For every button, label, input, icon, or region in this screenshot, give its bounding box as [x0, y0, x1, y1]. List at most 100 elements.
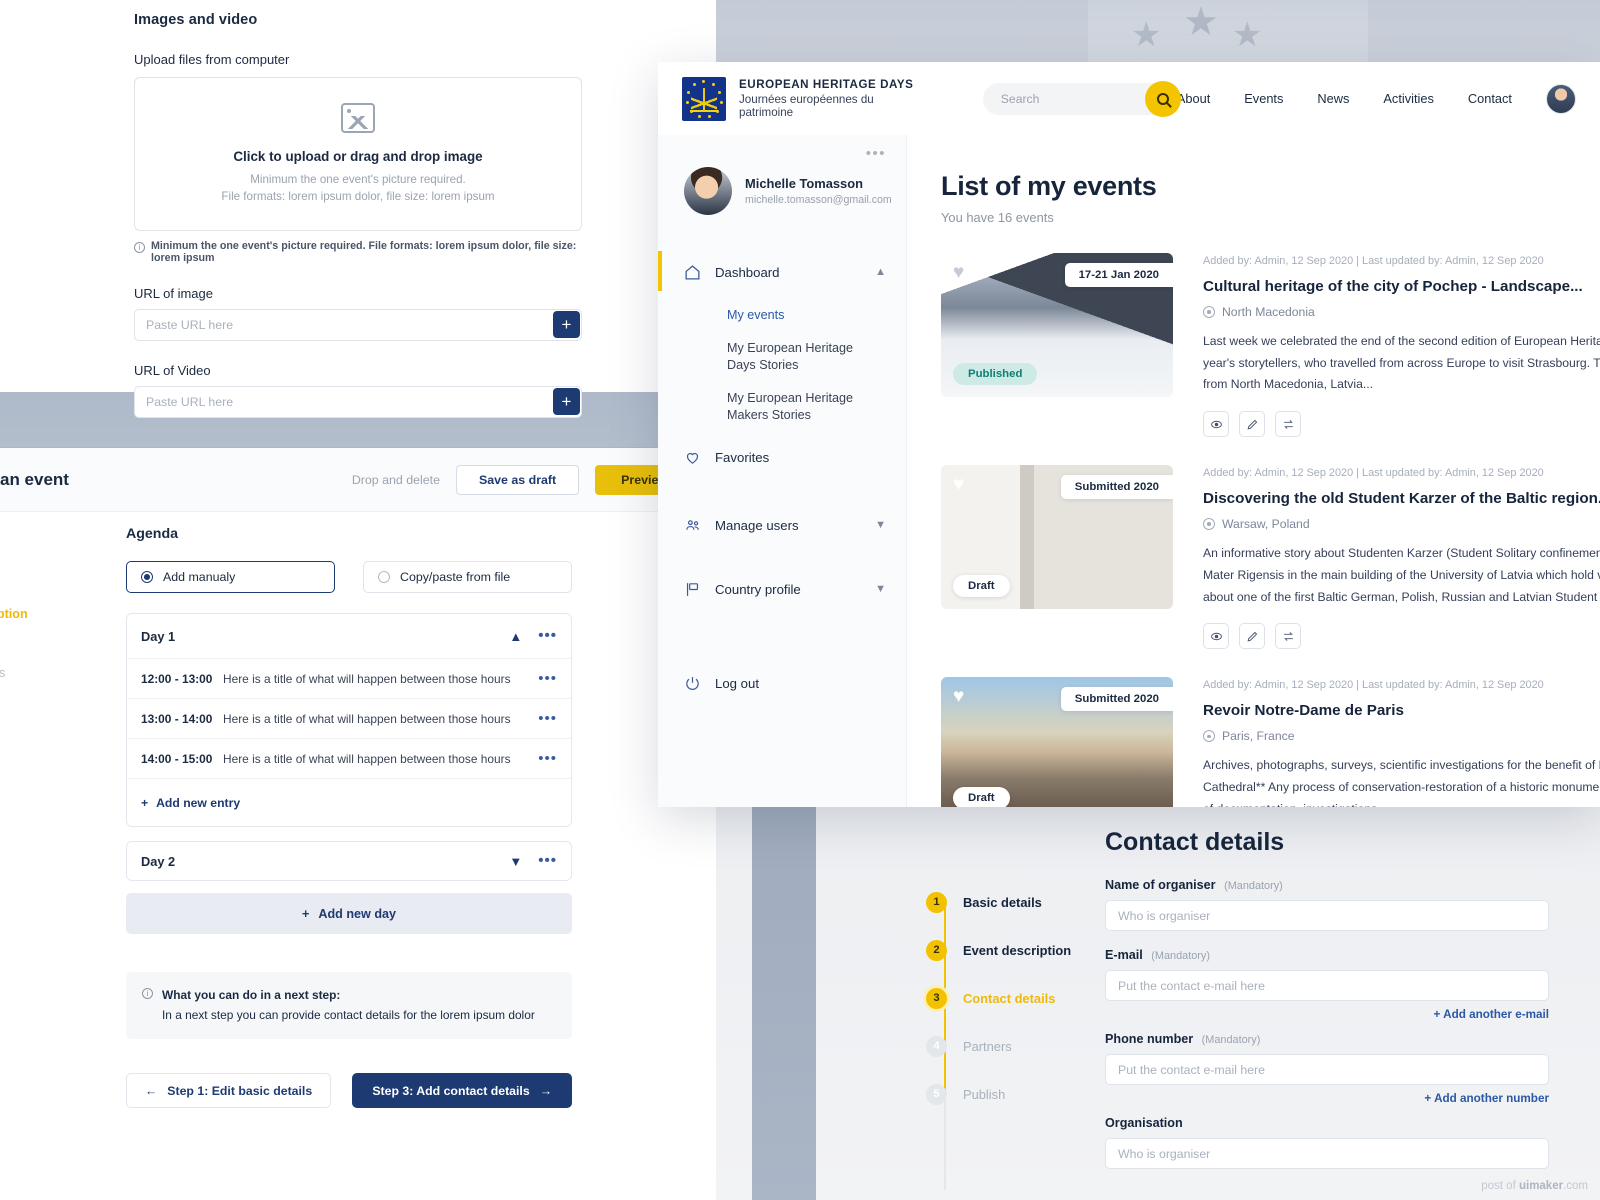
organisation-input[interactable] [1105, 1138, 1549, 1169]
day-2-card[interactable]: Day 2 ▼ ••• [126, 841, 572, 881]
preview-eye-icon[interactable] [1203, 623, 1229, 650]
agenda-entry-row[interactable]: 14:00 - 15:00 Here is a title of what wi… [127, 738, 571, 778]
watermark: post of uimaker.com [1481, 1180, 1588, 1192]
nav-item-activities[interactable]: Activities [1383, 91, 1434, 106]
stepper-item-publish[interactable]: Publish [0, 784, 122, 798]
edit-pencil-icon[interactable] [1239, 411, 1265, 438]
profile-email: michelle.tomasson@gmail.com [745, 194, 892, 206]
next-step-label: Step 3: Add contact details [372, 1083, 530, 1098]
event-desc-line: from North Macedonia, Latvia... [1203, 377, 1374, 392]
url-video-input[interactable] [134, 386, 582, 418]
next-step-button[interactable]: Step 3: Add contact details → [352, 1073, 572, 1109]
chevron-up-icon[interactable]: ▲ [875, 266, 886, 278]
upload-hint: i Minimum the one event's picture requir… [134, 240, 584, 264]
email-input[interactable] [1105, 970, 1549, 1001]
stepper-item-contact-details[interactable]: Contact details [0, 666, 122, 680]
event-title[interactable]: Discovering the old Student Karzer of th… [1203, 490, 1600, 507]
sidebar-more-icon[interactable]: ••• [866, 145, 886, 162]
organiser-input[interactable] [1105, 900, 1549, 931]
sidebar-item-country-profile[interactable]: Country profile ▼ [658, 572, 906, 606]
transfer-swap-icon[interactable] [1275, 623, 1301, 650]
sidebar-item-heritage-days-stories[interactable]: My European Heritage Days Stories [727, 340, 877, 374]
url-image-label: URL of image [134, 286, 213, 301]
event-title[interactable]: Revoir Notre-Dame de Paris [1203, 702, 1600, 719]
previous-step-button[interactable]: ← Step 1: Edit basic details [126, 1073, 332, 1109]
day-2-label: Day 2 [141, 853, 176, 869]
agenda-entry-row[interactable]: 13:00 - 14:00 Here is a title of what wi… [127, 698, 571, 738]
save-as-draft-button[interactable]: Save as draft [456, 464, 580, 495]
event-date-badge: Submitted 2020 [1060, 687, 1173, 712]
agenda-header-actions: Drop and delete Save as draft Preview [352, 464, 694, 495]
stepper-item-partners[interactable]: 4 Partners [926, 1034, 1106, 1058]
radio-add-manually[interactable]: Add manualy [126, 561, 335, 593]
monument-glyph-icon [691, 87, 717, 110]
add-another-number-button[interactable]: + Add another number [1105, 1092, 1549, 1105]
sidebar-item-dashboard[interactable]: Dashboard ▲ [658, 251, 906, 291]
preview-eye-icon[interactable] [1203, 411, 1229, 438]
chevron-down-icon[interactable]: ▼ [875, 583, 886, 595]
event-desc-line: Archives, photographs, surveys, scientif… [1203, 758, 1600, 773]
watermark-brand: uimaker [1518, 1180, 1564, 1192]
stepper-item-partners[interactable]: Partners [0, 725, 122, 739]
image-dropzone[interactable]: Click to upload or drag and drop image M… [134, 77, 582, 231]
drop-and-delete-label[interactable]: Drop and delete [352, 473, 440, 487]
nav-item-contact[interactable]: Contact [1468, 91, 1512, 106]
stepper-item-event-description[interactable]: 2 Event description [926, 938, 1106, 962]
day-1-header[interactable]: Day 1 ▲ ••• [127, 614, 571, 658]
agenda-entry-time: 13:00 - 14:00 [141, 711, 213, 726]
agenda-entry-more-icon[interactable]: ••• [538, 671, 557, 686]
nav-item-news[interactable]: News [1317, 91, 1349, 106]
add-another-email-button[interactable]: + Add another e-mail [1105, 1008, 1549, 1021]
event-title[interactable]: Cultural heritage of the city of Pochep … [1203, 278, 1600, 295]
chevron-down-icon[interactable]: ▼ [875, 519, 886, 531]
header-avatar[interactable] [1546, 83, 1576, 114]
day-2-more-icon[interactable]: ••• [538, 853, 557, 868]
event-thumbnail[interactable]: ♥ 17-21 Jan 2020 Published [941, 253, 1173, 397]
stepper-item-contact-details[interactable]: 3 Contact details [926, 986, 1106, 1010]
sidebar-item-favorites[interactable]: Favorites [658, 440, 906, 474]
agenda-entry-row[interactable]: 12:00 - 13:00 Here is a title of what wi… [127, 658, 571, 698]
agenda-entry-more-icon[interactable]: ••• [538, 751, 557, 766]
edit-pencil-icon[interactable] [1239, 623, 1265, 650]
add-image-url-button[interactable]: + [553, 311, 580, 338]
arrow-left-icon: ← [145, 1083, 158, 1098]
stepper-item-basic-details[interactable]: Basic details [0, 548, 122, 562]
chevron-up-icon[interactable]: ▲ [509, 629, 522, 644]
avatar[interactable] [684, 167, 732, 215]
stepper-item-basic-details[interactable]: 1 Basic details [926, 890, 1106, 914]
nav-item-events[interactable]: Events [1244, 91, 1283, 106]
sidebar-item-log-out[interactable]: Log out [658, 666, 906, 700]
sidebar-item-my-events[interactable]: My events [727, 307, 877, 324]
brand-title: EUROPEAN HERITAGE DAYS [739, 78, 914, 91]
agenda-entry-more-icon[interactable]: ••• [538, 711, 557, 726]
sidebar-item-manage-users[interactable]: Manage users ▼ [658, 508, 906, 542]
mandatory-marker: (Mandatory) [1224, 880, 1283, 892]
stepper-item-publish[interactable]: 5 Publish [926, 1082, 1106, 1106]
chevron-down-icon[interactable]: ▼ [509, 854, 522, 869]
status-badge: Draft [953, 787, 1010, 807]
transfer-swap-icon[interactable] [1275, 411, 1301, 438]
event-location-label: North Macedonia [1222, 305, 1315, 319]
dropzone-note-line2: File formats: lorem ipsum dolor, file si… [221, 190, 495, 203]
european-heritage-days-logo[interactable] [682, 76, 726, 121]
phone-input[interactable] [1105, 1054, 1549, 1085]
search-button[interactable] [1144, 80, 1181, 117]
radio-copy-paste[interactable]: Copy/paste from file [363, 561, 572, 593]
sidebar-item-heritage-makers-stories[interactable]: My European Heritage Makers Stories [727, 390, 877, 424]
favorite-heart-icon[interactable]: ♥ [953, 475, 964, 494]
stepper-item-event-description[interactable]: Event description [0, 607, 122, 621]
sidebar-subitems: My events My European Heritage Days Stor… [658, 307, 906, 424]
add-new-day-button[interactable]: + Add new day [126, 893, 572, 934]
favorite-heart-icon[interactable]: ♥ [953, 687, 964, 706]
nav-item-about[interactable]: About [1177, 91, 1210, 106]
phone-label-text: Phone number [1105, 1032, 1194, 1046]
add-video-url-button[interactable]: + [553, 388, 580, 415]
event-thumbnail[interactable]: ♥ Submitted 2020 Draft [941, 465, 1173, 610]
day-1-more-icon[interactable]: ••• [538, 628, 557, 643]
dropzone-note-line1: Minimum the one event's picture required… [250, 172, 466, 186]
favorite-heart-icon[interactable]: ♥ [953, 263, 964, 282]
home-icon [684, 264, 701, 281]
add-new-entry-button[interactable]: + Add new entry [127, 778, 571, 826]
url-image-input[interactable] [134, 309, 582, 341]
event-thumbnail[interactable]: ♥ Submitted 2020 Draft [941, 677, 1173, 807]
